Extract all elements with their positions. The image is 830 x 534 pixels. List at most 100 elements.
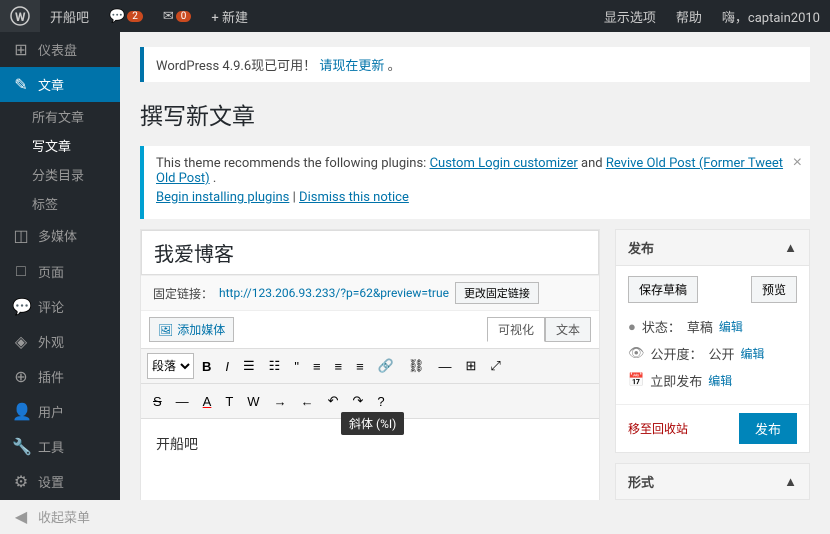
plugins-icon: ⊕ xyxy=(12,367,30,386)
insert-link-button[interactable]: 🔗 xyxy=(372,353,400,379)
italic-tooltip: 斜体 (%I) xyxy=(341,412,404,435)
sidebar-item-label: 仪表盘 xyxy=(38,40,77,59)
plugin-link-1[interactable]: Custom Login customizer xyxy=(430,156,578,171)
format-select[interactable]: 段落 xyxy=(147,353,194,379)
sidebar-sub-categories[interactable]: 分类目录 xyxy=(0,160,120,189)
visibility-row: 👁 公开度： 公开 编辑 xyxy=(628,340,797,367)
preview-button[interactable]: 预览 xyxy=(751,276,797,303)
sidebar-item-label: 多媒体 xyxy=(38,226,77,245)
sidebar-collapse-button[interactable]: ◀ 收起菜单 xyxy=(0,499,120,534)
keyboard-help-button[interactable]: ? xyxy=(371,388,390,414)
wp-logo[interactable]: W xyxy=(0,0,40,32)
format-panel: 形式 ▲ ⊞ 标准 📋 日志 ◫ xyxy=(615,463,810,500)
tools-icon: 🔧 xyxy=(12,437,30,456)
plugin-notice: × This theme recommends the following pl… xyxy=(140,146,810,219)
sidebar-item-comments[interactable]: 💬 评论 xyxy=(0,289,120,324)
plugin-notice-text: This theme recommends the following plug… xyxy=(156,156,798,186)
sidebar-item-settings[interactable]: ⚙ 设置 xyxy=(0,464,120,499)
permalink-url[interactable]: http://123.206.93.233/?p=62&preview=true xyxy=(219,286,449,300)
visibility-edit-link[interactable]: 编辑 xyxy=(741,345,765,362)
new-content-button[interactable]: + 新建 xyxy=(201,0,258,32)
paste-word-button[interactable]: W xyxy=(241,388,265,414)
messages-count[interactable]: ✉ 0 xyxy=(153,0,202,32)
sidebar-item-media[interactable]: ◫ 多媒体 xyxy=(0,218,120,253)
sidebar-item-pages[interactable]: □ 页面 xyxy=(0,253,120,289)
fullscreen-button[interactable]: ⤢ xyxy=(484,353,506,379)
settings-icon: ⚙ xyxy=(12,472,30,491)
sidebar-sub-write-post[interactable]: 写文章 xyxy=(0,131,120,160)
sidebar-item-posts[interactable]: ✎ 文章 xyxy=(0,67,120,102)
ordered-list-button[interactable]: ☷ xyxy=(263,353,287,379)
sidebar-item-label: 插件 xyxy=(38,367,64,386)
notice-dismiss-button[interactable]: × xyxy=(793,154,802,172)
publish-date-edit-link[interactable]: 编辑 xyxy=(708,372,732,389)
strikethrough-button[interactable]: S xyxy=(147,388,168,414)
dismiss-notice-link[interactable]: Dismiss this notice xyxy=(299,190,409,205)
redo-button[interactable]: ↷ xyxy=(346,388,369,414)
begin-installing-link[interactable]: Begin installing plugins xyxy=(156,190,289,205)
help-button[interactable]: 帮助 xyxy=(666,0,712,32)
outdent-button[interactable]: ← xyxy=(295,388,320,414)
font-color-button[interactable]: A xyxy=(197,388,218,414)
comment-icon: 💬 xyxy=(109,9,125,24)
publish-panel-header: 发布 ▲ xyxy=(616,230,809,266)
update-suffix: 。 xyxy=(388,59,401,74)
page-title: 撰写新文章 xyxy=(140,97,810,131)
status-icon: ● xyxy=(628,319,636,335)
sidebar-item-tools[interactable]: 🔧 工具 xyxy=(0,429,120,464)
permalink-label: 固定链接： xyxy=(153,285,213,302)
italic-button[interactable]: I xyxy=(219,353,235,379)
save-draft-button[interactable]: 保存草稿 xyxy=(628,276,698,303)
format-panel-header: 形式 ▲ xyxy=(616,464,809,500)
undo-button[interactable]: ↶ xyxy=(322,388,345,414)
sidebar-item-dashboard[interactable]: ⊞ 仪表盘 xyxy=(0,32,120,67)
sidebar-item-label: 收起菜单 xyxy=(38,507,90,526)
publish-panel-body: 保存草稿 预览 ● 状态： 草稿 编辑 👁 公开度： 公开 编辑 xyxy=(616,266,809,404)
publish-button[interactable]: 发布 xyxy=(739,413,797,444)
sidebar-sub-tags[interactable]: 标签 xyxy=(0,189,120,218)
display-options-button[interactable]: 显示选项 xyxy=(594,0,666,32)
paste-text-button[interactable]: T xyxy=(219,388,239,414)
update-text: WordPress 4.9.6现已可用！ xyxy=(156,59,316,74)
unlink-button[interactable]: ⛓ xyxy=(402,353,431,379)
comments-icon: 💬 xyxy=(12,297,30,316)
publish-panel-footer: 移至回收站 发布 xyxy=(616,404,809,452)
align-left-button[interactable]: ≡ xyxy=(307,353,327,379)
admin-sidebar: ⊞ 仪表盘 ✎ 文章 所有文章 写文章 分类目录 标签 ◫ 多媒体 □ 页面 💬… xyxy=(0,0,120,500)
editor-wrap: 固定链接： http://123.206.93.233/?p=62&previe… xyxy=(140,229,600,500)
read-more-button[interactable]: — xyxy=(432,353,457,379)
editor-toolbar-row1: 段落 B I ☰ ☷ " ≡ ≡ ≡ 🔗 ⛓ — ⊞ ⤢ xyxy=(141,349,599,384)
indent-button[interactable]: → xyxy=(268,388,293,414)
bold-button[interactable]: B xyxy=(196,353,217,379)
sidebar-item-label: 外观 xyxy=(38,332,64,351)
align-center-button[interactable]: ≡ xyxy=(329,353,349,379)
visibility-icon: 👁 xyxy=(628,346,645,361)
change-permalink-button[interactable]: 更改固定链接 xyxy=(455,282,539,304)
site-name[interactable]: 开船吧 xyxy=(40,0,99,32)
calendar-icon: 📅 xyxy=(628,373,644,388)
unordered-list-button[interactable]: ☰ xyxy=(237,353,261,379)
blockquote-button[interactable]: " xyxy=(288,353,305,379)
add-media-button[interactable]: 🖼 添加媒体 xyxy=(149,317,234,342)
tab-visual[interactable]: 可视化 xyxy=(487,317,545,342)
hr-button[interactable]: — xyxy=(170,388,195,414)
sidebar-item-appearance[interactable]: ◈ 外观 xyxy=(0,324,120,359)
spellcheck-button[interactable]: ⊞ xyxy=(459,353,482,379)
publish-panel: 发布 ▲ 保存草稿 预览 ● 状态： 草稿 编辑 👁 xyxy=(615,229,810,453)
visual-text-tabs: 可视化 文本 xyxy=(487,317,591,342)
sidebar-sub-all-posts[interactable]: 所有文章 xyxy=(0,102,120,131)
sidebar-item-users[interactable]: 👤 用户 xyxy=(0,394,120,429)
post-title-input[interactable] xyxy=(141,230,599,275)
align-right-button[interactable]: ≡ xyxy=(350,353,370,379)
update-link[interactable]: 请现在更新 xyxy=(319,59,384,74)
comments-count[interactable]: 💬 2 xyxy=(99,0,153,32)
chevron-up-icon[interactable]: ▲ xyxy=(784,240,797,256)
status-edit-link[interactable]: 编辑 xyxy=(719,318,743,335)
message-icon: ✉ xyxy=(163,9,174,24)
sidebar-item-plugins[interactable]: ⊕ 插件 xyxy=(0,359,120,394)
chevron-up-icon[interactable]: ▲ xyxy=(784,474,797,490)
trash-link[interactable]: 移至回收站 xyxy=(628,416,688,441)
tab-text[interactable]: 文本 xyxy=(545,317,591,342)
sidebar-item-label: 页面 xyxy=(38,262,64,281)
draft-preview-buttons: 保存草稿 预览 xyxy=(628,276,797,303)
